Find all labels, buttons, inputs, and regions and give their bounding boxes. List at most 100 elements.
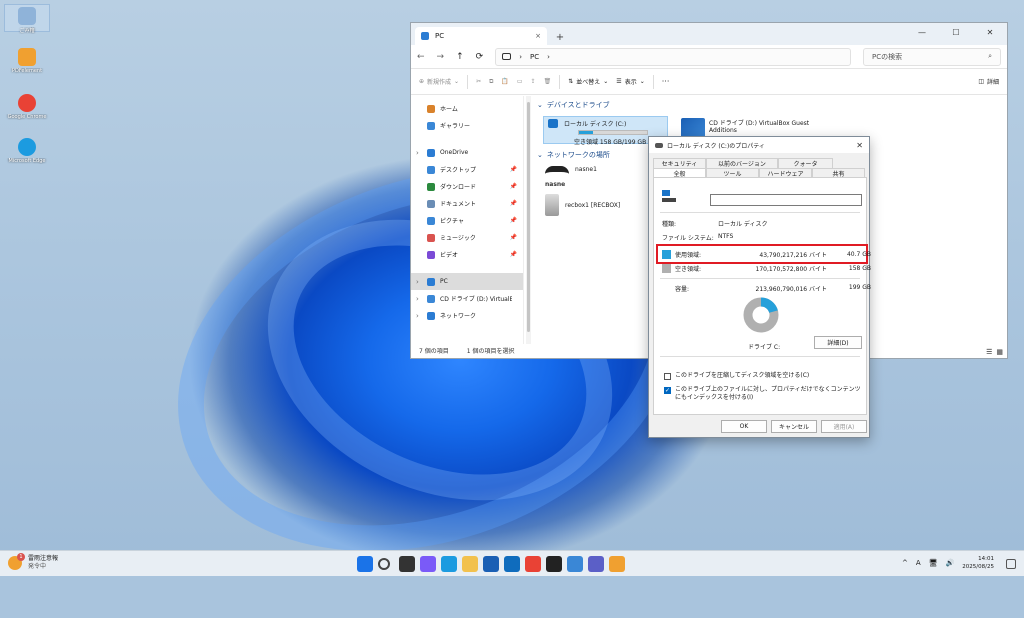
address-input[interactable]: › PC › xyxy=(495,47,851,66)
section-devices-header[interactable]: ⌄ デバイスとドライブ xyxy=(537,98,610,112)
compress-checkbox-row[interactable]: このドライブを圧縮してディスク領域を空ける(C) xyxy=(664,372,809,380)
ok-button[interactable]: OK xyxy=(721,420,767,433)
network-item-recbox[interactable]: recbox1 [RECBOX] xyxy=(545,194,620,216)
store-icon[interactable] xyxy=(483,556,499,572)
nav-item-home[interactable]: ホーム xyxy=(411,100,523,117)
nav-item-pictures[interactable]: ピクチャ 📌 xyxy=(411,212,523,229)
navigation-scrollbar[interactable] xyxy=(526,96,531,344)
delete-icon[interactable]: 🗑 xyxy=(544,78,552,85)
notifications-icon[interactable] xyxy=(1006,559,1016,569)
pdf-icon[interactable] xyxy=(609,556,625,572)
search-input[interactable]: PCの検索 ⌕ xyxy=(863,47,1001,66)
details-view-icon[interactable]: ☰ xyxy=(986,348,992,356)
outlook-icon[interactable] xyxy=(504,556,520,572)
search-placeholder: PCの検索 xyxy=(872,52,903,61)
desktop-icon-pdfelement[interactable]: PDFelement xyxy=(4,48,50,74)
search-icon[interactable] xyxy=(378,558,390,570)
network-icon[interactable]: 🖥 xyxy=(929,559,938,567)
more-options-button[interactable]: ··· xyxy=(662,77,670,86)
details-pane-button[interactable]: ◫ 詳細 xyxy=(978,77,999,86)
network-item-nasne[interactable]: nasne nasne1 xyxy=(545,166,597,188)
index-checkbox[interactable]: ✓ xyxy=(664,387,671,394)
ime-indicator[interactable]: A xyxy=(916,559,921,567)
start-icon[interactable] xyxy=(357,556,373,572)
nav-item-desktop[interactable]: デスクトップ 📌 xyxy=(411,161,523,178)
apply-button[interactable]: 適用(A) xyxy=(821,420,867,433)
nav-item-download[interactable]: ダウンロード 📌 xyxy=(411,178,523,195)
edge-icon[interactable] xyxy=(441,556,457,572)
section-network-header[interactable]: ⌄ ネットワークの場所 xyxy=(537,148,610,162)
chevron-right-icon[interactable]: › xyxy=(416,312,419,320)
paste-icon[interactable]: 📋 xyxy=(501,78,508,85)
volume-icon[interactable]: 🔊 xyxy=(946,559,955,567)
scrollbar-thumb[interactable] xyxy=(527,102,530,332)
show-hidden-icons-chevron-icon[interactable]: ^ xyxy=(902,559,908,567)
teams-icon[interactable] xyxy=(588,556,604,572)
volume-label-input[interactable] xyxy=(710,194,862,206)
nav-item-video[interactable]: ビデオ 📌 xyxy=(411,246,523,263)
remote-icon[interactable] xyxy=(567,556,583,572)
copilot-icon[interactable] xyxy=(420,556,436,572)
pin-icon[interactable]: 📌 xyxy=(510,234,517,241)
nav-item-network[interactable]: › ネットワーク xyxy=(411,307,523,324)
chevron-right-icon[interactable]: › xyxy=(416,295,419,303)
view-icon: ☰ xyxy=(616,78,622,85)
terminal-icon[interactable] xyxy=(546,556,562,572)
cut-icon[interactable]: ✂ xyxy=(476,78,481,85)
home-icon xyxy=(427,104,435,113)
details-label: 詳細 xyxy=(986,79,999,86)
copy-icon[interactable]: ⧉ xyxy=(489,78,493,86)
nav-item-music[interactable]: ミュージック 📌 xyxy=(411,229,523,246)
minimize-button[interactable]: — xyxy=(905,23,939,41)
maximize-button[interactable]: ☐ xyxy=(939,23,973,41)
breadcrumb-pc[interactable]: PC xyxy=(530,53,539,61)
close-tab-icon[interactable]: × xyxy=(535,32,541,40)
pin-icon[interactable]: 📌 xyxy=(510,166,517,173)
index-checkbox-row[interactable]: ✓ このドライブ上のファイルに対し、プロパティだけでなくコンテンツにもインデックス… xyxy=(664,386,864,402)
up-arrow-icon[interactable]: ↑ xyxy=(456,52,464,62)
tiles-view-icon[interactable]: ▦ xyxy=(996,348,1003,356)
chrome-icon[interactable] xyxy=(525,556,541,572)
document-icon xyxy=(427,199,435,208)
clock[interactable]: 14:01 2025/08/25 xyxy=(962,555,994,571)
dialog-title: ローカル ディスク (C:)のプロパティ xyxy=(667,142,765,150)
chevron-right-icon[interactable]: › xyxy=(416,278,419,286)
weather-widget[interactable]: 1 雷雨注意報 発令中 xyxy=(8,553,58,571)
chevron-down-icon: ⌄ xyxy=(537,101,543,109)
toolbar-divider xyxy=(652,74,654,89)
compress-checkbox[interactable] xyxy=(664,373,671,380)
pin-icon[interactable]: 📌 xyxy=(510,183,517,190)
breadcrumb-chevron-icon[interactable]: › xyxy=(547,53,550,61)
nav-item-cloud[interactable]: › OneDrive xyxy=(411,144,523,161)
desktop-icon-recycle-bin[interactable]: ごみ箱 xyxy=(4,4,50,34)
nav-item-cd[interactable]: › CD ドライブ (D:) VirtualBox Guest xyxy=(411,290,523,307)
explorer-icon[interactable] xyxy=(462,556,478,572)
task-view-icon[interactable] xyxy=(399,556,415,572)
view-button[interactable]: ☰ 表示 ⌄ xyxy=(616,77,644,86)
close-icon[interactable]: ✕ xyxy=(856,141,863,150)
pin-icon[interactable]: 📌 xyxy=(510,200,517,207)
new-button[interactable]: ⊕ 新規作成 ⌄ xyxy=(419,77,459,86)
share-icon[interactable]: ⇪ xyxy=(531,78,536,85)
desktop-icon-chrome[interactable]: Google Chrome xyxy=(4,94,50,120)
chevron-right-icon[interactable]: › xyxy=(416,149,419,157)
tab-pc[interactable]: PC × xyxy=(415,27,547,45)
weather-alert-icon: 1 xyxy=(8,553,25,570)
close-button[interactable]: ✕ xyxy=(973,23,1007,41)
pin-icon[interactable]: 📌 xyxy=(510,251,517,258)
nav-item-pc[interactable]: › PC xyxy=(411,273,523,290)
nav-item-document[interactable]: ドキュメント 📌 xyxy=(411,195,523,212)
rename-icon[interactable]: ▭ xyxy=(517,78,523,85)
drive-c-free: 空き領域 158 GB/199 GB xyxy=(574,139,647,146)
nav-item-gallery[interactable]: ギャラリー xyxy=(411,117,523,134)
new-tab-button[interactable]: + xyxy=(553,29,567,45)
pin-icon[interactable]: 📌 xyxy=(510,217,517,224)
refresh-icon[interactable]: ⟳ xyxy=(476,52,484,62)
forward-arrow-icon[interactable]: → xyxy=(437,52,445,62)
music-icon xyxy=(427,233,435,242)
sort-button[interactable]: ⇅ 並べ替え ⌄ xyxy=(568,77,608,86)
disk-cleanup-details-button[interactable]: 詳細(D) xyxy=(814,336,862,349)
desktop-icon-edge[interactable]: Microsoft Edge xyxy=(4,138,50,164)
back-arrow-icon[interactable]: ← xyxy=(417,52,425,62)
cancel-button[interactable]: キャンセル xyxy=(771,420,817,433)
